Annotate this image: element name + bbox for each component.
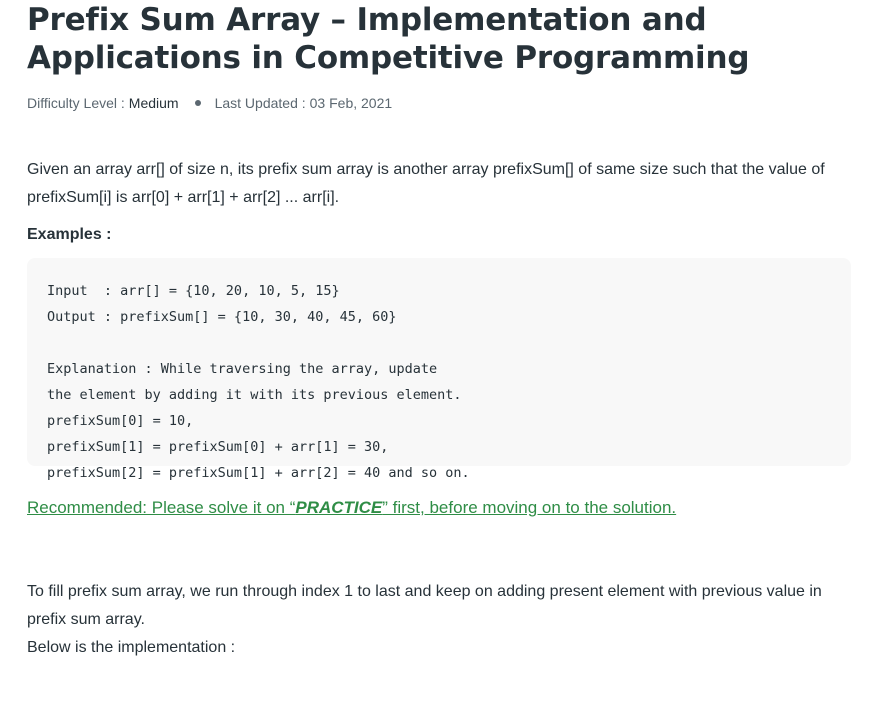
- practice-text: PRACTICE: [295, 498, 383, 517]
- recommended-practice-link[interactable]: Recommended: Please solve it on “PRACTIC…: [27, 496, 676, 520]
- article-meta: Difficulty Level : Medium Last Updated :…: [27, 94, 851, 112]
- intro-paragraph: Given an array arr[] of size n, its pref…: [27, 161, 825, 206]
- example-code-block: Input : arr[] = {10, 20, 10, 5, 15} Outp…: [27, 258, 851, 481]
- examples-heading: Examples :: [27, 226, 112, 243]
- recommended-suffix: ” first, before moving on to the solutio…: [382, 498, 677, 517]
- example-code: Input : arr[] = {10, 20, 10, 5, 15} Outp…: [47, 283, 470, 481]
- explanation-paragraph: To fill prefix sum array, we run through…: [27, 578, 851, 662]
- separator-dot-icon: [194, 100, 201, 106]
- article: Prefix Sum Array – Implementation and Ap…: [27, 0, 851, 662]
- difficulty-label: Difficulty Level :: [27, 95, 125, 111]
- recommended-prefix: Recommended: Please solve it on “: [27, 498, 296, 517]
- last-updated-label: Last Updated :: [214, 95, 306, 111]
- explanation-text: To fill prefix sum array, we run through…: [27, 583, 822, 628]
- last-updated-date: 03 Feb, 2021: [309, 95, 393, 111]
- implementation-intro: Below is the implementation :: [27, 639, 236, 656]
- article-title: Prefix Sum Array – Implementation and Ap…: [27, 2, 750, 76]
- difficulty-value[interactable]: Medium: [129, 95, 179, 111]
